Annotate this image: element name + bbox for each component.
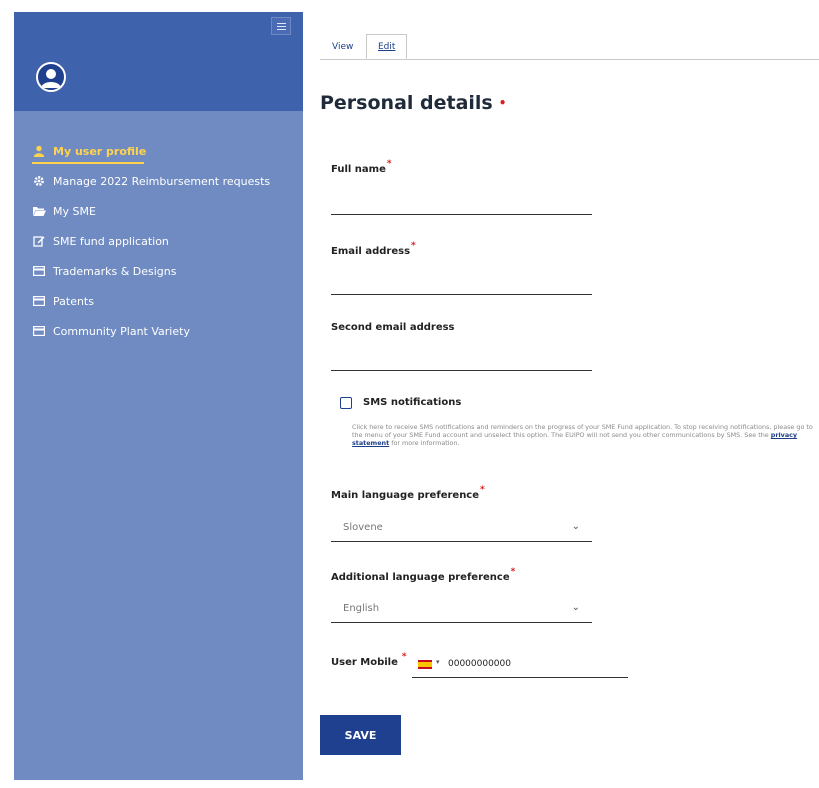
gear-icon [32, 174, 46, 188]
user-icon [32, 144, 46, 158]
sidebar-item-my-sme[interactable]: My SME [14, 196, 303, 226]
required-star: * [510, 567, 516, 577]
sms-help-text-body: Click here to receive SMS notifications … [352, 423, 813, 439]
main-language-select[interactable]: Slovene ⌄ [331, 515, 592, 542]
email-input[interactable] [331, 272, 596, 297]
second-email-label: Second email address [331, 322, 455, 333]
additional-language-value: English [343, 603, 380, 614]
spain-flag-icon[interactable] [418, 660, 432, 669]
full-name-input[interactable] [331, 192, 596, 217]
sidebar-item-sme-fund-application[interactable]: SME fund application [14, 226, 303, 256]
chevron-down-icon: ⌄ [571, 602, 580, 613]
card-icon [32, 294, 46, 308]
sms-notifications-checkbox[interactable] [340, 397, 352, 409]
required-star: * [386, 159, 392, 169]
full-name-field[interactable] [331, 192, 596, 217]
sidebar-item-patents[interactable]: Patents [14, 286, 303, 316]
sidebar: My user profile Manage 2022 Reimbursemen… [14, 12, 303, 780]
second-email-label-text: Second email address [331, 322, 455, 333]
additional-language-select[interactable]: English ⌄ [331, 596, 592, 623]
main-language-label: Main language preference* [331, 485, 485, 501]
additional-language-label-text: Additional language preference [331, 572, 510, 583]
required-star: * [480, 485, 485, 495]
page-title-text: Personal details [320, 92, 493, 114]
sidebar-item-my-user-profile[interactable]: My user profile [14, 136, 303, 166]
tab-edit[interactable]: Edit [366, 34, 408, 59]
card-icon [32, 264, 46, 278]
sidebar-item-label: SME fund application [53, 234, 169, 248]
second-email-input[interactable] [331, 348, 596, 373]
sidebar-item-label: My SME [53, 204, 96, 218]
required-star: * [401, 652, 407, 662]
full-name-label: Full name* [331, 159, 392, 175]
card-icon [32, 324, 46, 338]
main-language-value: Slovene [343, 522, 383, 533]
hamburger-menu-icon[interactable] [271, 17, 291, 35]
email-field[interactable] [331, 272, 596, 297]
main-language-label-text: Main language preference [331, 490, 480, 501]
user-mobile-label-text: User Mobile [331, 657, 398, 668]
sidebar-item-community-plant-variety[interactable]: Community Plant Variety [14, 316, 303, 346]
folder-open-icon [32, 204, 46, 218]
user-mobile-field[interactable]: ▾ 00000000000 [412, 652, 628, 678]
save-button[interactable]: SAVE [320, 715, 401, 755]
app-window: My user profile Manage 2022 Reimbursemen… [0, 0, 819, 788]
sidebar-item-label: My user profile [53, 144, 147, 158]
sidebar-item-trademarks-designs[interactable]: Trademarks & Designs [14, 256, 303, 286]
active-underline [32, 162, 144, 164]
chevron-down-icon: ⌄ [571, 521, 580, 532]
email-label-text: Email address [331, 246, 411, 257]
main-content: View Edit Personal details • Full name* E… [320, 0, 819, 788]
sms-help-text-end: for more information. [389, 439, 460, 447]
required-star: * [411, 241, 416, 251]
sidebar-item-label: Trademarks & Designs [53, 264, 177, 278]
user-mobile-label: User Mobile * [331, 652, 407, 668]
sidebar-item-label: Community Plant Variety [53, 324, 190, 338]
tab-view[interactable]: View [332, 34, 353, 59]
tab-bar: View Edit [320, 34, 819, 60]
sidebar-item-label: Manage 2022 Reimbursement requests [53, 174, 271, 188]
avatar-icon[interactable] [36, 62, 66, 92]
additional-language-label: Additional language preference* [331, 567, 515, 583]
required-marker: • [498, 96, 507, 110]
country-dropdown-caret-icon[interactable]: ▾ [436, 658, 440, 666]
page-title: Personal details • [320, 92, 506, 114]
sidebar-item-manage-reimbursement[interactable]: Manage 2022 Reimbursement requests [14, 166, 303, 196]
sidebar-nav: My user profile Manage 2022 Reimbursemen… [14, 136, 303, 346]
edit-icon [32, 234, 46, 248]
sidebar-header [14, 12, 303, 111]
email-label: Email address* [331, 241, 416, 257]
full-name-label-text: Full name [331, 164, 386, 175]
sidebar-item-label: Patents [53, 294, 94, 308]
second-email-field[interactable] [331, 348, 596, 373]
sms-help-text: Click here to receive SMS notifications … [352, 423, 819, 447]
sms-notifications-label[interactable]: SMS notifications [363, 397, 461, 408]
user-mobile-value[interactable]: 00000000000 [448, 659, 511, 669]
